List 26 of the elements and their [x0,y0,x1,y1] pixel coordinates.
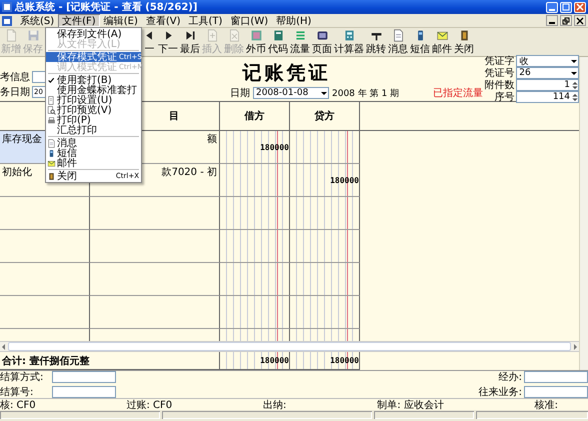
field-label: 往来业务: [478,386,522,399]
voucher-heading: 记账凭证 [242,61,330,86]
column-header: 借方 [220,102,290,130]
signature-label: 出纳: [263,398,286,412]
table-cell: 180000 [220,131,290,164]
field-label: 凭证号 [483,67,514,80]
signature-label: 核: CF0 [0,398,36,412]
signature-label: 过账: CF0 [126,398,172,412]
field-label: 凭证字 [483,54,514,68]
field-label: 结算方式: [0,370,44,384]
column-header: 贷方 [290,102,360,130]
signature-label: 制单: 应收会计 [377,398,444,412]
field-label: 序号 [493,90,514,104]
window-title: 总账系统 - [记账凭证 - 查看 (58/262)] [15,0,198,14]
field-label: 务日期 [0,86,30,99]
period-text: 2008 年 第 1 期 [332,88,400,100]
flow-status: 已指定流量 [433,86,483,100]
table-cell: 180000 [290,164,360,197]
total-amount: 180000 [220,352,290,370]
field-label: 附件数 [483,79,514,92]
field-label: 日期 [230,86,250,100]
field-label: 结算号: [0,386,34,399]
signature-label: 核准: [534,398,558,412]
total-amount: 180000 [290,352,360,370]
field-label: 经办: [498,370,522,384]
field-label: 考信息 [0,70,30,84]
